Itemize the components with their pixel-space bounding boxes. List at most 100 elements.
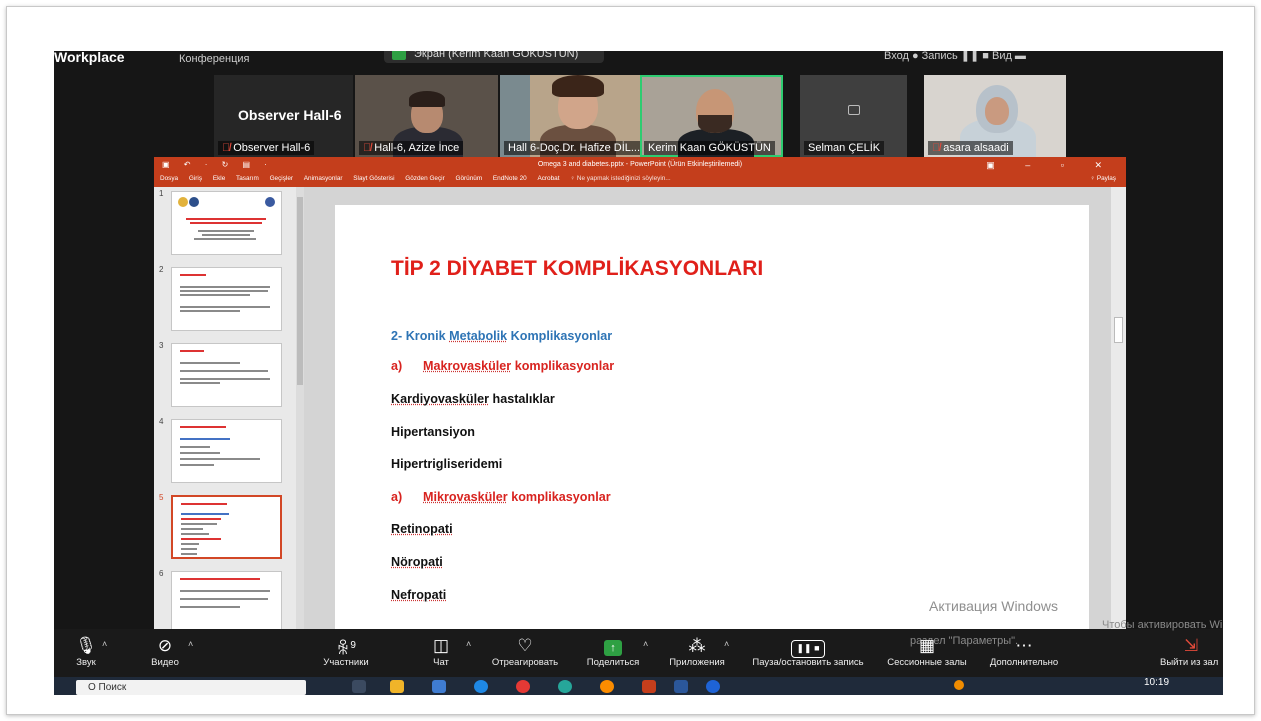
chrome-browser-icon[interactable] [516, 680, 530, 693]
slide-canvas[interactable]: TİP 2 DİYABET KOMPLİKASYONLARI 2- Kronik… [335, 205, 1089, 673]
react-button[interactable]: ♡ Отреагировать [486, 635, 564, 668]
slide-item-retinopathy: Retinopati [391, 522, 453, 536]
ribbon-tab-review[interactable]: Gözden Geçir [405, 175, 444, 182]
app-icon[interactable] [558, 680, 572, 693]
ribbon-tab-transitions[interactable]: Geçişler [270, 175, 293, 182]
share-arrow-icon: ↑ [604, 640, 622, 656]
audio-label: Звук [76, 657, 96, 668]
thumbnail-title [180, 578, 260, 580]
ribbon-tab-slideshow[interactable]: Slayt Gösterisi [353, 175, 394, 182]
participant-tile[interactable]: 🎙̸ Hall-6, Azize İnce [355, 75, 498, 157]
pause-stop-recording-button[interactable]: ❚❚ ■ Пауза/остановить запись [744, 635, 872, 668]
slide-thumbnail[interactable] [171, 191, 282, 255]
thumbnail-text-line [180, 362, 240, 364]
ribbon-tab-endnote[interactable]: EndNote 20 [493, 175, 527, 182]
slide-thumbnail[interactable] [171, 343, 282, 407]
app-icon[interactable] [600, 680, 614, 693]
slide-thumbnail[interactable] [171, 419, 282, 483]
slide-number: 5 [159, 493, 164, 502]
leave-meeting-button[interactable]: ⇲ Выйти из зал [1160, 635, 1223, 668]
chat-button[interactable]: ◫ Чат ˄ [426, 635, 471, 668]
windows-taskbar: О Поиск 10:19 [54, 677, 1223, 695]
screen-share-indicator[interactable]: Экран (Kerim Kaan GÖKÜSTÜN) [384, 51, 605, 63]
slide-scrollbar-thumb[interactable] [1114, 317, 1123, 343]
video-options-chevron-icon[interactable]: ˄ [188, 639, 193, 649]
thumbnail-text-line [180, 438, 230, 440]
participant-tile[interactable]: Selman ÇELİK [800, 75, 907, 157]
participant-tile[interactable]: Observer Hall-6 🎙̸ Observer Hall-6 [214, 75, 353, 157]
file-explorer-icon[interactable] [390, 680, 404, 693]
slide-thumbnail-panel: 1 2 3 4 5 6 [154, 187, 304, 673]
slide-item-hypertension: Hipertansiyon [391, 425, 475, 439]
slide-bullet-microvascular: a) Mikrovasküler komplikasyonlar [391, 490, 611, 504]
participant-name-label: Selman ÇELİK [804, 141, 885, 155]
ribbon-tab-insert[interactable]: Ekle [213, 175, 225, 182]
share-screen-button[interactable]: ↑ Поделиться ˄ [581, 635, 649, 668]
ribbon-tab-file[interactable]: Dosya [160, 175, 178, 182]
pause-record-label: Пауза/остановить запись [752, 657, 864, 668]
audio-options-chevron-icon[interactable]: ˄ [102, 639, 107, 649]
slide-thumbnail[interactable] [171, 267, 282, 331]
ribbon-tab-animations[interactable]: Animasyonlar [304, 175, 343, 182]
thumbnail-text-line [180, 458, 260, 460]
chat-icon: ◫ [432, 636, 450, 655]
audio-button[interactable]: 🎙 Звук ˄ [66, 635, 107, 668]
tell-me-search[interactable]: ♀ Ne yapmak istediğinizi söyleyin... [570, 175, 670, 182]
word-icon[interactable] [674, 680, 688, 693]
screen-share-icon [392, 51, 406, 60]
congress-logo-icon [265, 197, 275, 207]
participant-name-label: 🎙̸ Hall-6, Azize İnce [359, 141, 464, 155]
thumbnail-text-line [180, 590, 270, 592]
slide-thumbnail-selected[interactable] [171, 495, 282, 559]
task-view-icon[interactable] [352, 680, 366, 693]
thumbnail-text-line [180, 286, 270, 288]
ribbon-tab-acrobat[interactable]: Acrobat [537, 175, 559, 182]
participant-big-name: Observer Hall-6 [238, 107, 342, 123]
apps-options-chevron-icon[interactable]: ˄ [724, 639, 729, 649]
meeting-toolbar: Чтобы активировать Windows, перейдите в … [54, 619, 1223, 677]
windows-activation-watermark: Активация Windows [929, 598, 1059, 614]
thumbnail-title [180, 274, 206, 276]
meeting-app-icon[interactable] [706, 680, 720, 693]
muted-microphone-icon: 🎙 [75, 636, 97, 655]
share-options-chevron-icon[interactable]: ˄ [643, 639, 648, 649]
slide-scrollbar[interactable] [1111, 187, 1126, 673]
thumbnail-text-line [181, 513, 229, 515]
taskbar-clock[interactable]: 10:19 [1144, 677, 1169, 688]
muted-mic-icon: 🎙̸ [932, 142, 941, 154]
ribbon-tab-design[interactable]: Tasarım [236, 175, 259, 182]
participants-button[interactable]: ꆜ9 Участники [316, 635, 376, 668]
taskbar-search-input[interactable]: О Поиск [76, 680, 306, 695]
apps-button[interactable]: ⁂ Приложения ˄ [662, 635, 732, 668]
edge-browser-icon[interactable] [474, 680, 488, 693]
window-controls[interactable]: ▣ – ▫ ✕ [986, 157, 1116, 173]
slide-thumbnail[interactable] [171, 571, 282, 635]
ribbon-tab-view[interactable]: Görünüm [456, 175, 483, 182]
apps-label: Приложения [669, 657, 725, 668]
react-label: Отреагировать [491, 657, 559, 668]
breakout-label: Сессионные залы [887, 657, 967, 668]
weather-icon[interactable] [954, 680, 964, 690]
participant-tile[interactable]: 🎙̸ asara alsaadi [924, 75, 1066, 157]
more-button[interactable]: ⋯ Дополнительно [984, 635, 1064, 668]
ribbon-tab-home[interactable]: Giriş [189, 175, 202, 182]
participant-tile[interactable]: Hall 6-Doç.Dr. Hafize DİL... [500, 75, 640, 157]
top-right-controls[interactable]: Вход ● Запись ❚❚ ■ Вид ▬ [884, 51, 1184, 63]
participant-tile-active-speaker[interactable]: Kerim Kaan GÖKÜSTÜN [640, 75, 783, 157]
participants-label: Участники [323, 657, 369, 668]
video-button[interactable]: ⊘ Видео ˄ [142, 635, 193, 668]
thumbnail-scrollbar[interactable] [296, 187, 304, 673]
thumbnail-text-line [180, 382, 220, 384]
breakout-rooms-button[interactable]: ▦ Сессионные залы [880, 635, 974, 668]
store-icon[interactable] [432, 680, 446, 693]
chat-options-chevron-icon[interactable]: ˄ [466, 639, 471, 649]
powerpoint-icon[interactable] [642, 680, 656, 693]
thumbnail-text-line [181, 533, 209, 535]
ppt-share-button[interactable]: ♀ Paylaş [1090, 173, 1116, 185]
share-label: Поделиться [586, 657, 640, 668]
leave-door-icon: ⇲ [1184, 636, 1199, 655]
thumbnail-scrollbar-thumb[interactable] [297, 197, 303, 385]
thumbnail-text-line [180, 310, 240, 312]
conference-label[interactable]: Конференция [179, 53, 249, 65]
participant-name-label: 🎙̸ Observer Hall-6 [218, 141, 315, 155]
